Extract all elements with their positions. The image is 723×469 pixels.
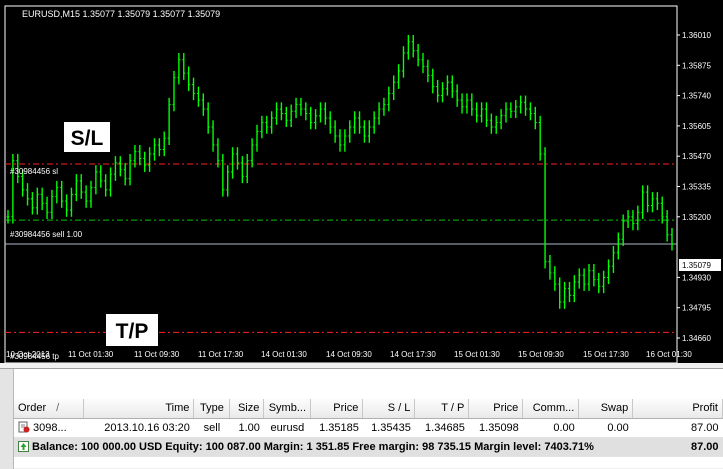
balance-profit: 87.00 [632, 436, 723, 457]
order-id: 3098... [33, 422, 67, 434]
col-tp[interactable]: T / P [414, 399, 470, 419]
time-tick-label: 15 Oct 17:30 [583, 350, 629, 359]
time-tick-label: 14 Oct 17:30 [390, 350, 436, 359]
col-sl[interactable]: S / L [362, 399, 416, 419]
time-tick-label: 15 Oct 09:30 [518, 350, 564, 359]
order-sl: 1.35435 [362, 418, 415, 438]
price-tick-label: 1.35470 [682, 152, 711, 161]
price-tick-label: 1.35605 [682, 122, 711, 131]
col-current-price[interactable]: Price [468, 399, 524, 419]
chart-title: EURUSD,M15 1.35077 1.35079 1.35077 1.350… [22, 9, 220, 19]
price-tick-label: 1.35200 [682, 213, 711, 222]
time-tick-label: 11 Oct 09:30 [134, 350, 180, 359]
time-tick-label: 11 Oct 17:30 [198, 350, 244, 359]
price-tick-label: 1.36010 [682, 31, 711, 40]
col-profit[interactable]: Profit [632, 399, 723, 419]
trade-table-header: Order / Time Type Size Symb... Price S / … [14, 399, 723, 419]
balance-summary: Balance: 100 000.00 USD Equity: 100 087.… [32, 440, 594, 453]
col-type[interactable]: Type [193, 399, 231, 419]
col-swap[interactable]: Swap [578, 399, 634, 419]
order-swap: 0.00 [578, 418, 633, 438]
price-tick-label: 1.34795 [682, 304, 711, 313]
col-time[interactable]: Time [83, 399, 195, 419]
terminal-grip[interactable] [0, 369, 14, 469]
sell-order-icon [18, 421, 30, 433]
time-tick-label: 15 Oct 01:30 [454, 350, 500, 359]
balance-icon [18, 440, 29, 452]
sl-line-label: #30984456 sl [10, 167, 58, 176]
order-open-price: 1.35185 [310, 418, 363, 438]
chart-canvas: 1.36010 1.35875 1.35740 1.35605 1.35470 1.353… [4, 5, 721, 363]
balance-row: Balance: 100 000.00 USD Equity: 100 087.… [14, 436, 723, 457]
price-tick-label: 1.34660 [682, 334, 711, 343]
price-tick-label: 1.34930 [682, 273, 711, 282]
tp-annotation: T/P [116, 320, 149, 343]
tp-line-label: #30984456 tp [10, 352, 59, 361]
order-commission: 0.00 [522, 418, 579, 438]
current-price-label: 1.35079 [682, 261, 711, 270]
entry-line-label: #30984456 sell 1.00 [10, 230, 83, 239]
trade-table: Order / Time Type Size Symb... Price S / … [14, 399, 723, 457]
order-type: sell [193, 418, 230, 438]
col-commission[interactable]: Comm... [522, 399, 580, 419]
col-order[interactable]: Order / [14, 399, 85, 419]
terminal-panel: Order / Time Type Size Symb... Price S / … [0, 368, 723, 469]
sort-indicator-icon: / [56, 402, 60, 415]
order-time: 2013.10.16 03:20 [83, 418, 194, 438]
col-price[interactable]: Price [310, 399, 364, 419]
time-tick-label: 16 Oct 01:30 [646, 350, 692, 359]
price-tick-label: 1.35335 [682, 183, 711, 192]
time-tick-label: 14 Oct 09:30 [326, 350, 372, 359]
order-current-price: 1.35098 [468, 418, 523, 438]
order-tp: 1.34685 [414, 418, 469, 438]
order-profit: 87.00 [632, 418, 723, 438]
price-tick-label: 1.35875 [682, 61, 711, 70]
price-chart[interactable]: 1.36010 1.35875 1.35740 1.35605 1.35470 1.353… [0, 0, 723, 363]
col-size[interactable]: Size [229, 399, 265, 419]
col-symbol[interactable]: Symb... [263, 399, 312, 419]
price-tick-label: 1.35740 [682, 92, 711, 101]
time-tick-label: 14 Oct 01:30 [261, 350, 307, 359]
order-size: 1.00 [229, 418, 264, 438]
time-tick-label: 11 Oct 01:30 [68, 350, 114, 359]
sl-annotation: S/L [71, 127, 104, 150]
order-symbol: eurusd [263, 418, 311, 438]
table-row[interactable]: 3098... 2013.10.16 03:20 sell 1.00 eurus… [14, 418, 723, 438]
